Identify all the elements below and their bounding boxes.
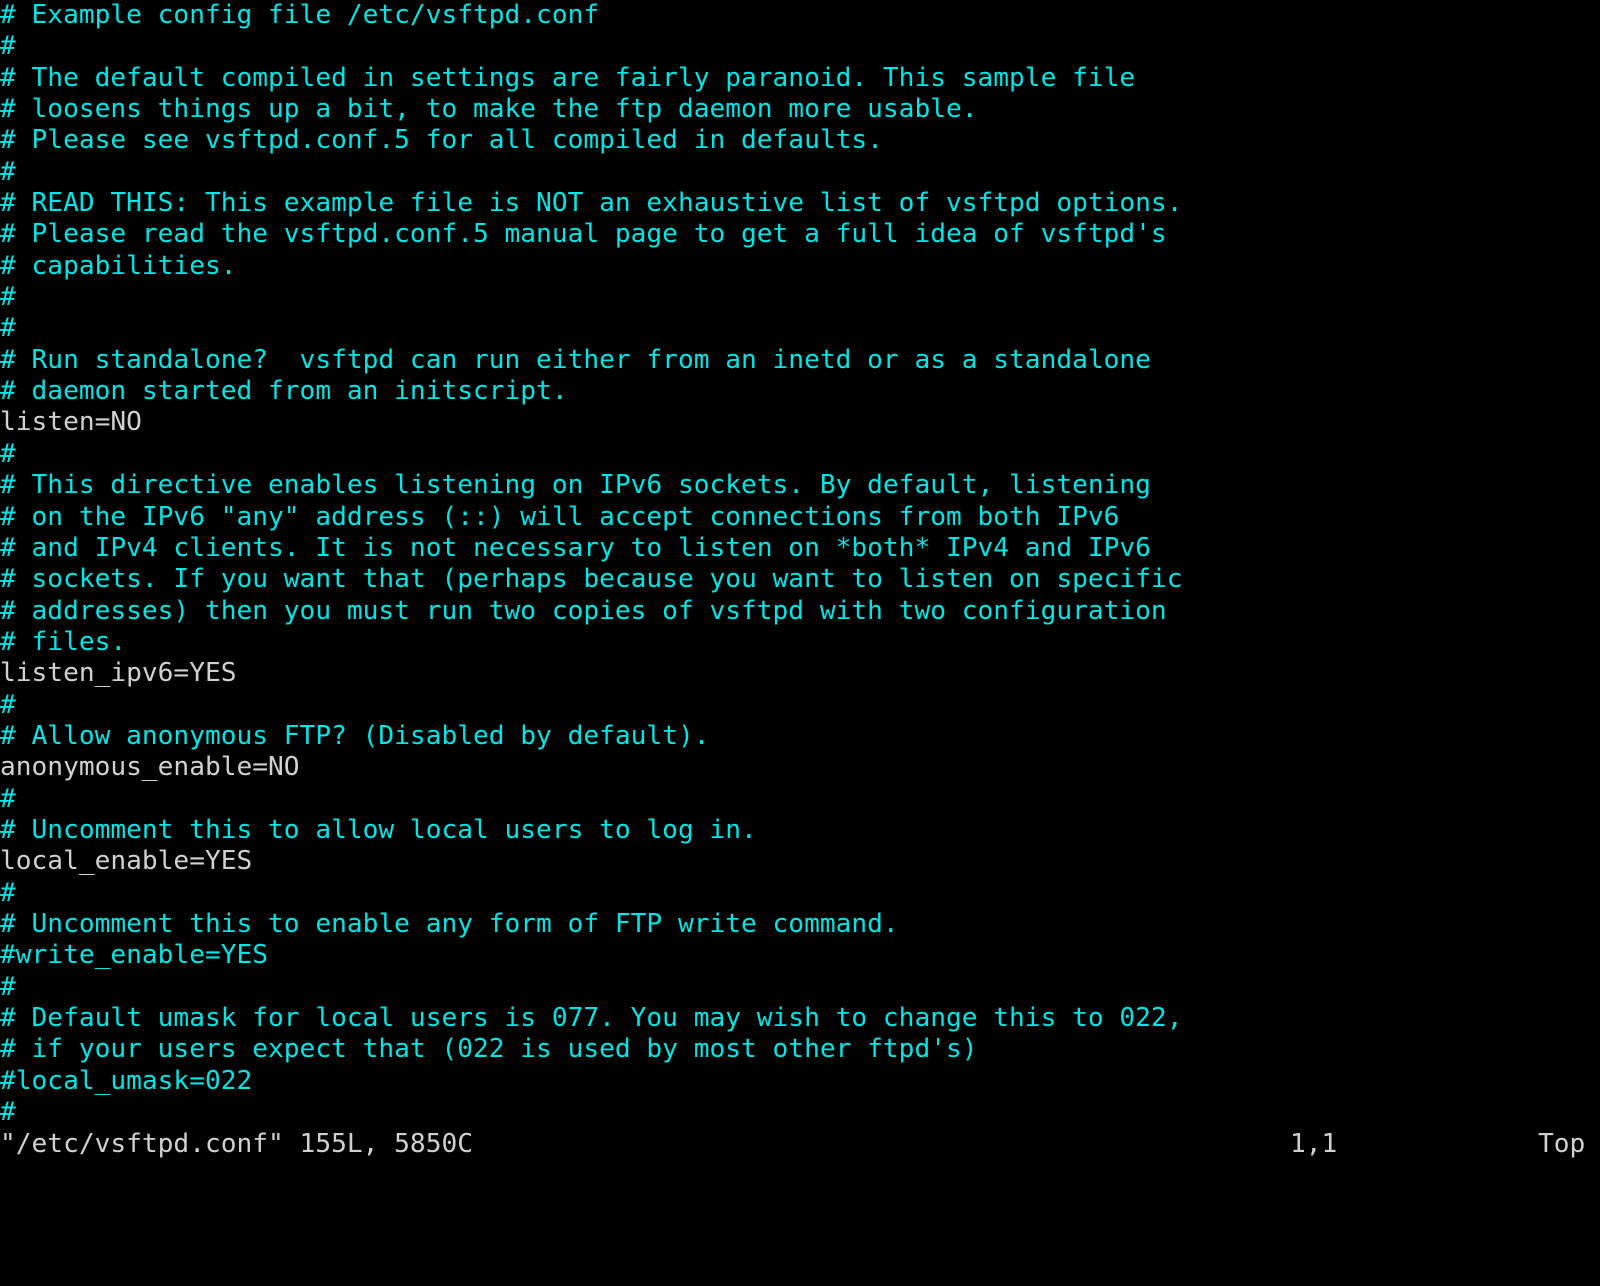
text-cursor xyxy=(0,0,16,31)
buffer-line: # files. xyxy=(0,626,127,657)
buffer-line: # xyxy=(0,156,16,187)
terminal-window[interactable]: # Example config file /etc/vsftpd.conf # #… xyxy=(0,0,1600,1198)
buffer-line: # xyxy=(0,31,16,62)
buffer-line: # Example config file /etc/vsftpd.conf xyxy=(0,0,600,30)
buffer-line: listen_ipv6=YES xyxy=(0,658,237,689)
buffer-line: # xyxy=(0,877,16,908)
buffer-line: # Uncomment this to allow local users to… xyxy=(0,814,757,845)
status-cursor-position: 1,1 xyxy=(1290,1129,1338,1159)
buffer-line: # Uncomment this to enable any form of F… xyxy=(0,908,899,939)
buffer-line: # Run standalone? vsftpd can run either … xyxy=(0,344,1151,375)
buffer-line: # sockets. If you want that (perhaps bec… xyxy=(0,564,1183,595)
buffer-line: # READ THIS: This example file is NOT an… xyxy=(0,188,1183,219)
buffer-line: listen=NO xyxy=(0,407,142,438)
buffer-line: #write_enable=YES xyxy=(0,940,269,971)
buffer-line: # loosens things up a bit, to make the f… xyxy=(0,94,978,125)
buffer-line: # on the IPv6 "any" address (::) will ac… xyxy=(0,501,1120,532)
buffer-line: # Default umask for local users is 077. … xyxy=(0,1003,1183,1033)
buffer-line: local_enable=YES xyxy=(0,846,253,877)
buffer-line: # xyxy=(0,1097,16,1128)
vim-text-buffer[interactable]: # Example config file /etc/vsftpd.conf # #… xyxy=(0,0,1600,1128)
buffer-line: anonymous_enable=NO xyxy=(0,752,300,783)
buffer-line: # addresses) then you must run two copie… xyxy=(0,595,1167,626)
buffer-line: # and IPv4 clients. It is not necessary … xyxy=(0,532,1151,563)
buffer-line: # capabilities. xyxy=(0,250,237,281)
buffer-line: # The default compiled in settings are f… xyxy=(0,62,1136,93)
status-scroll-indicator: Top xyxy=(1538,1129,1586,1159)
buffer-line: # xyxy=(0,689,16,720)
buffer-line: # xyxy=(0,438,16,469)
buffer-line: # daemon started from an initscript. xyxy=(0,376,568,407)
buffer-line: # This directive enables listening on IP… xyxy=(0,470,1151,501)
buffer-line: # Please see vsftpd.conf.5 for all compi… xyxy=(0,125,883,156)
buffer-line: # Please read the vsftpd.conf.5 manual p… xyxy=(0,219,1167,250)
vim-status-line: "/etc/vsftpd.conf" 155L, 5850C 1,1 Top xyxy=(0,1129,1600,1160)
buffer-line: # if your users expect that (022 is used… xyxy=(0,1034,978,1065)
buffer-line: # xyxy=(0,783,16,814)
buffer-line: # Allow anonymous FTP? (Disabled by defa… xyxy=(0,720,710,751)
buffer-line: # xyxy=(0,282,16,313)
buffer-line: # xyxy=(0,971,16,1002)
status-file-info: "/etc/vsftpd.conf" 155L, 5850C xyxy=(0,1129,473,1159)
buffer-line: # xyxy=(0,313,16,344)
buffer-line: #local_umask=022 xyxy=(0,1065,253,1096)
